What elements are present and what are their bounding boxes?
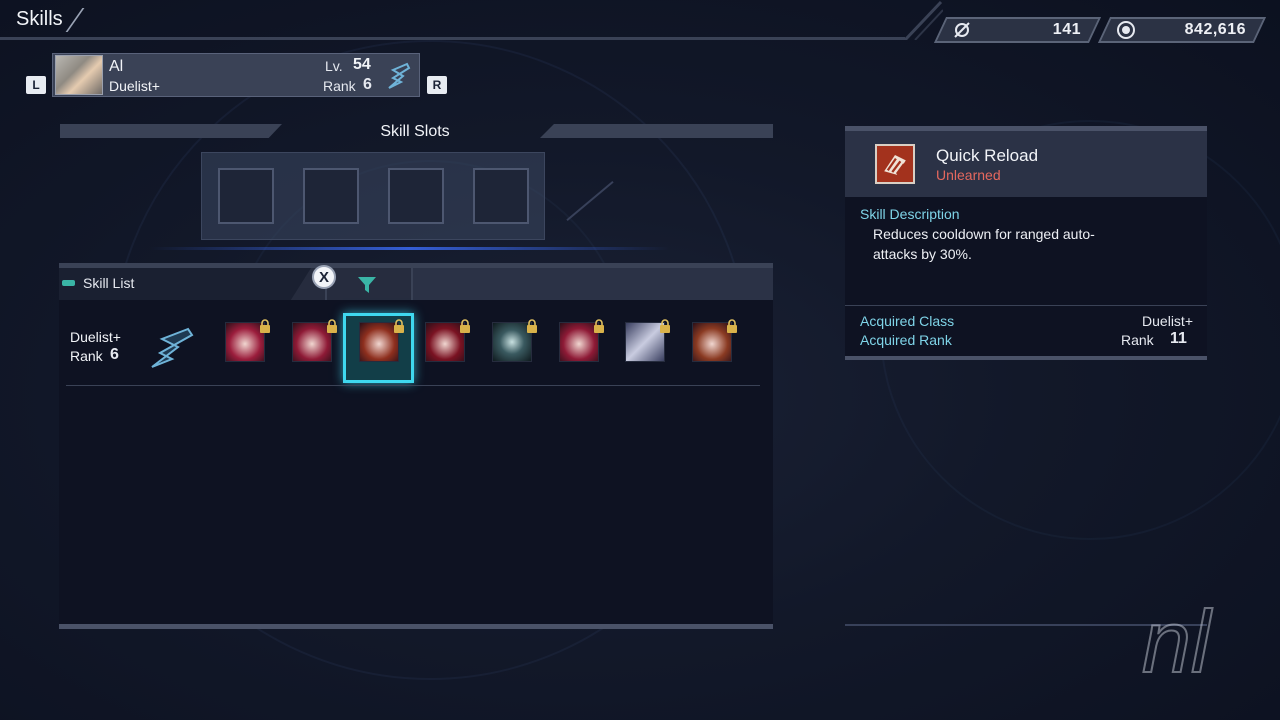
list-bullet-icon	[62, 280, 75, 286]
skill-slot[interactable]	[473, 168, 529, 224]
slots-header-decoration	[60, 124, 282, 138]
skill-slot[interactable]	[388, 168, 444, 224]
detail-bottom-border	[845, 356, 1207, 360]
class-emblem-icon	[151, 327, 194, 368]
sword-skill-icon[interactable]	[625, 319, 670, 362]
watermark-logo: nl	[1141, 598, 1214, 680]
class-emblem-icon	[388, 62, 411, 89]
avatar	[55, 55, 103, 95]
glow-divider	[150, 247, 670, 250]
lock-icon	[527, 319, 537, 333]
quick-reload-icon[interactable]	[359, 319, 404, 362]
rank-value: 6	[363, 76, 372, 93]
shoulder-skill-icon[interactable]	[559, 319, 604, 362]
torso-skill-icon[interactable]	[225, 319, 270, 362]
x-button[interactable]: X	[312, 265, 336, 289]
acquired-rank-label: Acquired Rank	[860, 332, 952, 348]
skill-description: Reduces cooldown for ranged auto-attacks…	[873, 226, 1095, 262]
lock-icon	[327, 319, 337, 333]
lock-icon	[394, 319, 404, 333]
arm-skill-icon[interactable]	[292, 319, 337, 362]
top-corner-decoration	[903, 0, 943, 40]
level-value: 54	[353, 56, 371, 73]
acquired-rank-prefix: Rank	[1121, 332, 1154, 348]
next-character-button[interactable]: R	[427, 76, 447, 94]
rank-label: Rank	[323, 78, 356, 94]
group-skill-icon[interactable]	[692, 319, 737, 362]
skill-list-panel	[59, 263, 773, 629]
acquired-class-label: Acquired Class	[860, 313, 955, 329]
filter-icon[interactable]	[357, 276, 377, 294]
quick-reload-icon	[875, 144, 915, 184]
page-title: Skills	[16, 8, 63, 30]
coin-value: 842,616	[1184, 21, 1246, 38]
compass-value: 141	[1052, 21, 1081, 38]
list-bottom-border	[59, 624, 773, 629]
lock-icon	[727, 319, 737, 333]
lock-icon	[460, 319, 470, 333]
claw-skill-icon[interactable]	[425, 319, 470, 362]
row-class-label: Duelist+	[70, 329, 121, 345]
character-name: Al	[109, 58, 124, 75]
skill-slot[interactable]	[303, 168, 359, 224]
skill-slot[interactable]	[218, 168, 274, 224]
acquired-class-value: Duelist+	[1142, 313, 1193, 329]
skill-list-title: Skill List	[83, 275, 135, 291]
lock-icon	[260, 319, 270, 333]
row-rank-value: 6	[110, 346, 119, 363]
description-label: Skill Description	[860, 206, 960, 222]
title-slash	[65, 8, 85, 32]
character-class: Duelist+	[109, 78, 160, 94]
level-label: Lv.	[325, 58, 343, 74]
slots-header-decoration	[540, 124, 773, 138]
coin-icon	[1117, 21, 1135, 39]
prev-character-button[interactable]: L	[26, 76, 46, 94]
lock-icon	[594, 319, 604, 333]
watermark-text: nl	[1142, 598, 1213, 680]
detail-divider	[845, 305, 1207, 306]
list-header-right	[413, 268, 773, 300]
acquired-rank-value: 11	[1170, 330, 1187, 347]
skill-name: Quick Reload	[936, 146, 1039, 165]
compass-currency: 141	[933, 17, 1102, 43]
character-bar: Al Duelist+ Lv. 54 Rank 6	[52, 53, 420, 97]
compass-icon	[954, 22, 970, 38]
coin-currency: 842,616	[1097, 17, 1267, 43]
skill-slots-panel	[201, 152, 545, 240]
row-rank-label: Rank	[70, 348, 103, 364]
skill-slots-title: Skill Slots	[380, 123, 450, 140]
fist-skill-icon[interactable]	[492, 319, 537, 362]
top-divider	[0, 37, 905, 40]
skill-status: Unlearned	[936, 167, 1001, 183]
row-divider	[66, 385, 760, 386]
lock-icon	[660, 319, 670, 333]
